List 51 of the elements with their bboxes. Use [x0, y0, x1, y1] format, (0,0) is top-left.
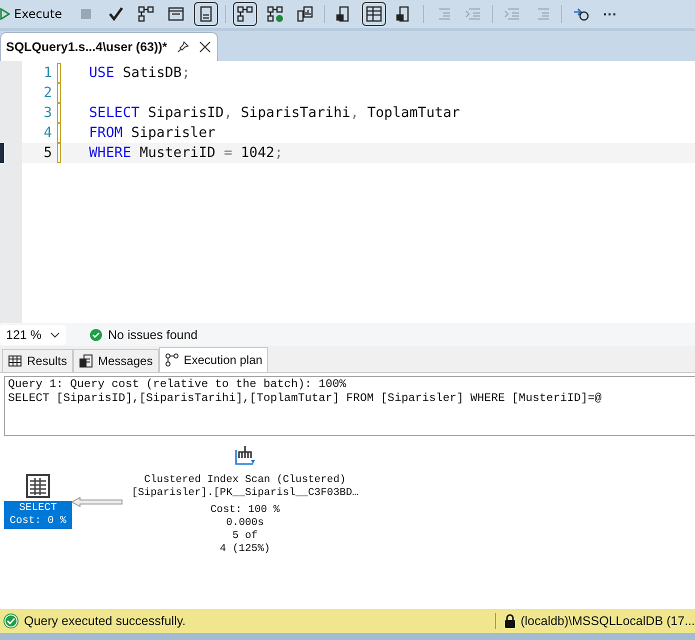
- document-tab[interactable]: SQLQuery1.s...4\user (63))*: [0, 32, 218, 61]
- check-circle-icon: [3, 613, 19, 629]
- code-line: WHERE MusteriID = 1042;: [89, 145, 283, 161]
- tree-diagram-icon: [137, 5, 155, 23]
- execute-button[interactable]: Execute: [0, 2, 70, 26]
- scan-node-text: 5 of: [232, 530, 258, 543]
- line-number: 4: [42, 125, 52, 141]
- line-number: 1: [42, 65, 52, 81]
- code-line: FROM Siparisler: [89, 125, 216, 141]
- flow-arrow: [71, 497, 123, 507]
- result-tab[interactable]: Messages: [73, 349, 159, 372]
- message-icon: [79, 354, 94, 368]
- window-icon: [167, 5, 185, 23]
- plan-diagram-check-icon: [266, 5, 284, 23]
- grid-button[interactable]: [362, 2, 386, 26]
- scan-node-text: 4 (125%): [220, 543, 270, 557]
- plan-diagram-icon: [236, 5, 254, 23]
- scan-node-text: 0.000s: [226, 516, 264, 530]
- query-header-line: Query 1: Query cost (relative to the batch): 100%: [8, 378, 348, 392]
- server-name: (localdb)\MSSQLLocalDB (17...: [520, 614, 695, 628]
- lock-icon: [504, 614, 516, 628]
- zoom-dropdown[interactable]: 121 %: [0, 324, 66, 344]
- check-circle-icon: [90, 328, 102, 340]
- table-icon: [26, 474, 50, 498]
- scan-node-text: [Siparisler].[PK__Siparisl__C3F03BD…: [132, 487, 358, 501]
- line-number: 2: [42, 85, 52, 101]
- grid-icon: [365, 5, 383, 23]
- pin-icon[interactable]: [177, 41, 190, 53]
- issues-status: No issues found: [108, 328, 198, 342]
- code-line: SELECT SiparisID, SiparisTarihi, ToplamTutar: [89, 105, 460, 121]
- scan-node-text: Cost: 100 %: [210, 504, 280, 517]
- grid-icon: [8, 354, 22, 368]
- bar-chart-icon: [296, 5, 314, 23]
- scan-node-text: Clustered Index Scan (Clustered): [144, 474, 346, 487]
- result-tab[interactable]: Results: [2, 349, 74, 372]
- caret-icon: [50, 332, 60, 338]
- result-tab[interactable]: Execution plan: [158, 347, 268, 372]
- line-number: 3: [42, 105, 52, 121]
- query-header-line: SELECT [SiparisID],[SiparisTarihi],[ToplamTutar] FROM [Siparisler] WHERE [MusteriID]=@: [8, 392, 602, 406]
- play-icon: [0, 8, 10, 20]
- checkmark-icon: [107, 5, 125, 23]
- plan-diagram-button[interactable]: [233, 2, 257, 26]
- close-icon[interactable]: [199, 41, 212, 53]
- line-number: 5: [42, 145, 52, 161]
- index-scan-icon: [233, 444, 257, 468]
- plan-diagram-icon: [164, 353, 179, 367]
- status-message: Query executed successfully.: [24, 614, 187, 628]
- more-button[interactable]: ···: [599, 2, 621, 26]
- form-button[interactable]: [194, 2, 218, 26]
- select-node-label[interactable]: SELECT Cost: 0 %: [4, 501, 72, 529]
- code-line: USE SatisDB;: [89, 65, 190, 81]
